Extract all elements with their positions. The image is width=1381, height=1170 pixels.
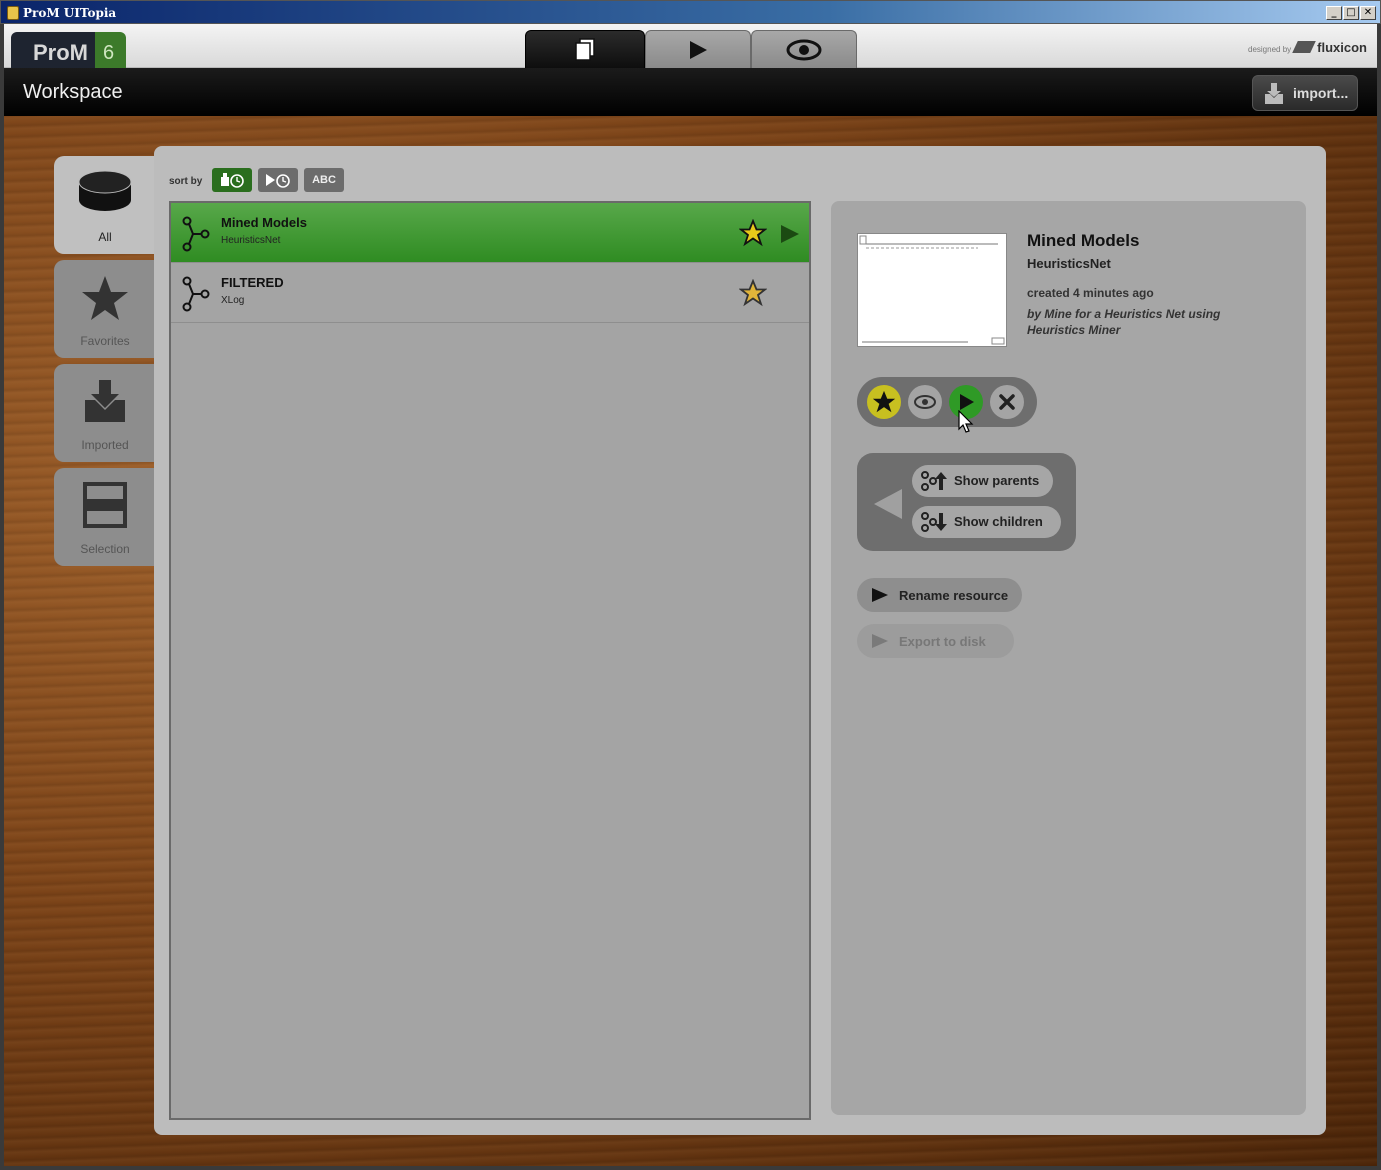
- view-icon: [914, 395, 936, 409]
- sort-by-name-button[interactable]: ABC: [304, 168, 344, 192]
- import-icon: [85, 380, 125, 422]
- window-titlebar: ProM UITopia _ □ ✕: [0, 0, 1381, 24]
- category-selection[interactable]: Selection: [54, 468, 156, 566]
- list-item[interactable]: Mined Models HeuristicsNet: [171, 203, 809, 263]
- rename-resource-button[interactable]: Rename resource: [857, 578, 1022, 612]
- app-frame: ProM 6 designed by fluxicon Workspace im…: [4, 24, 1377, 1166]
- list-item[interactable]: FILTERED XLog: [171, 263, 809, 323]
- maximize-button[interactable]: □: [1343, 6, 1359, 20]
- prom-logo: ProM 6: [11, 30, 126, 70]
- category-imported[interactable]: Imported: [54, 364, 156, 462]
- category-label: Imported: [81, 438, 129, 452]
- play-clock-icon: [266, 174, 290, 188]
- sort-by-run-button[interactable]: [258, 168, 298, 192]
- page-title: Workspace: [23, 81, 123, 103]
- export-to-disk-button[interactable]: Export to disk: [857, 624, 1014, 658]
- minimize-button[interactable]: _: [1326, 6, 1342, 20]
- category-label: All: [98, 230, 112, 244]
- detail-panel: Mined Models HeuristicsNet created 4 min…: [831, 201, 1306, 1115]
- show-children-button[interactable]: Show children: [912, 506, 1061, 538]
- eye-icon: [786, 39, 822, 60]
- database-icon: [78, 170, 132, 211]
- show-parents-label: Show parents: [954, 473, 1040, 488]
- category-favorites[interactable]: Favorites: [54, 260, 156, 358]
- model-node-icon: [182, 216, 210, 252]
- logo-text: ProM: [33, 40, 88, 65]
- detail-name: Mined Models: [1027, 231, 1140, 250]
- creation-clock-icon: [221, 173, 244, 188]
- play-icon: [872, 634, 888, 648]
- category-label: Favorites: [80, 334, 130, 348]
- related-resources-panel: Show parents Show children: [857, 453, 1076, 551]
- designed-by-label: designed by: [1248, 45, 1292, 54]
- logo-version: 6: [103, 42, 115, 64]
- show-parents-button[interactable]: Show parents: [912, 465, 1053, 497]
- close-button[interactable]: ✕: [1360, 6, 1376, 20]
- detail-created: created 4 minutes ago: [1027, 286, 1154, 300]
- remove-button[interactable]: [990, 385, 1024, 419]
- tab-workspace[interactable]: [525, 30, 645, 68]
- app-icon: [7, 6, 19, 20]
- workspace-bar: Workspace import...: [4, 68, 1377, 116]
- top-header: ProM 6 designed by fluxicon: [4, 24, 1377, 70]
- parents-icon: [921, 471, 947, 491]
- favorite-icon: [872, 390, 896, 413]
- pages-icon: [575, 37, 595, 61]
- category-all[interactable]: All: [54, 156, 156, 254]
- resource-list: Mined Models HeuristicsNet FILTERED XLog: [169, 201, 811, 1120]
- favorite-star-icon[interactable]: [739, 219, 767, 247]
- model-thumbnail: [857, 233, 1007, 347]
- selection-icon: [83, 482, 127, 528]
- fluxicon-logo-icon: [1292, 41, 1316, 53]
- favorite-button[interactable]: [867, 385, 901, 419]
- resource-type: XLog: [221, 295, 245, 306]
- category-label: Selection: [80, 542, 130, 556]
- resource-name: Mined Models: [221, 215, 307, 230]
- sort-by-created-button[interactable]: [212, 168, 252, 192]
- window-title: ProM UITopia: [23, 6, 117, 20]
- play-icon: [872, 588, 888, 602]
- remove-icon: [999, 394, 1015, 410]
- favorite-star-icon[interactable]: [739, 279, 767, 307]
- show-children-label: Show children: [954, 514, 1043, 529]
- back-arrow-icon[interactable]: [872, 487, 904, 521]
- play-icon: [960, 394, 974, 410]
- resource-name: FILTERED: [221, 275, 284, 290]
- mouse-cursor-icon: [958, 410, 974, 433]
- export-label: Export to disk: [899, 634, 986, 649]
- model-node-icon: [182, 276, 210, 312]
- resource-type: HeuristicsNet: [221, 235, 281, 246]
- run-play-icon[interactable]: [779, 223, 801, 245]
- detail-provenance: by Mine for a Heuristics Net using Heuri…: [1027, 307, 1221, 337]
- import-icon: [1265, 83, 1283, 104]
- detail-type: HeuristicsNet: [1027, 256, 1111, 271]
- rename-label: Rename resource: [899, 588, 1009, 603]
- import-button[interactable]: import...: [1252, 75, 1358, 111]
- sort-by-label: sort by: [169, 176, 203, 187]
- tab-actions[interactable]: [645, 30, 751, 68]
- resource-actions: [857, 377, 1037, 427]
- view-button[interactable]: [908, 385, 942, 419]
- brand-name: fluxicon: [1317, 40, 1367, 55]
- tab-views[interactable]: [751, 30, 857, 68]
- play-icon: [690, 40, 707, 59]
- children-icon: [921, 512, 947, 532]
- star-icon: [82, 276, 128, 320]
- import-label: import...: [1293, 85, 1349, 101]
- designed-by: designed by fluxicon: [1248, 40, 1367, 55]
- main-panel: sort by ABC Mined Models HeuristicsNet F…: [154, 146, 1326, 1135]
